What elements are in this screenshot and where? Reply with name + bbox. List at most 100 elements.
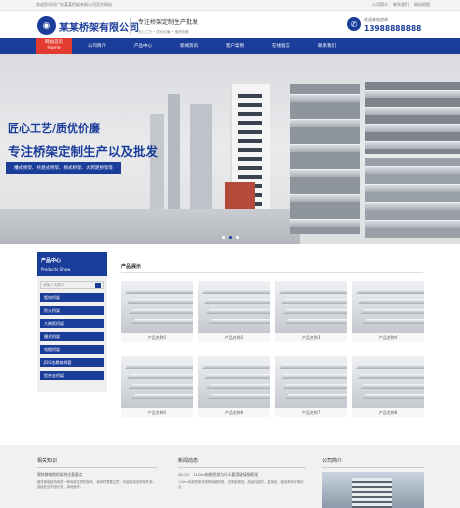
product-image[interactable] <box>198 281 270 333</box>
product-card[interactable]: 产品名称5 <box>121 356 193 418</box>
nav-cases[interactable]: 客户案例 <box>212 38 258 54</box>
header-slogan: 专注桥架定制生产批发 匠心工艺 • 质优价廉 • 值得信赖 <box>130 17 198 35</box>
product-image[interactable] <box>121 281 193 333</box>
sidebar-item-jdg[interactable]: JDG金属穿线管 <box>40 358 104 367</box>
news-headline[interactable]: 110kv电缆桥架为什么要用玻璃钢桥架 <box>193 472 258 477</box>
tray-shape <box>358 374 424 379</box>
top-link-about[interactable]: 公司简介 <box>372 2 388 8</box>
header: ◉ 某某桥架有限公司 专注桥架定制生产批发 匠心工艺 • 质优价廉 • 值得信赖… <box>0 11 460 38</box>
tray-shape <box>127 374 193 379</box>
slider-dot-1[interactable] <box>222 236 225 239</box>
search-input[interactable]: 请输入关键字 <box>43 283 64 288</box>
sidebar-item-longspan[interactable]: 大跨距桥架 <box>40 319 104 328</box>
product-card[interactable]: 产品名称4 <box>352 281 424 343</box>
phone-icon: ✆ <box>347 17 361 31</box>
hotline-label: 欢迎来电咨询 <box>364 17 388 22</box>
nav-home[interactable]: 网站首页 Home <box>36 38 72 54</box>
banner-title-2: 专注桥架定制生产以及批发 <box>8 144 159 159</box>
nav-message[interactable]: 在线留言 <box>258 38 304 54</box>
logo-text[interactable]: 某某桥架有限公司 <box>59 19 139 34</box>
sidebar-title-en: Products Show <box>41 267 71 272</box>
tray-shape <box>362 394 424 399</box>
tray-shape <box>204 374 270 379</box>
welcome-text: 欢迎您访问广东某某桥架有限公司官方网站 <box>36 2 112 7</box>
nav-about[interactable]: 公司简介 <box>74 38 120 54</box>
tray-shape <box>202 289 270 294</box>
tray-shape <box>127 299 193 304</box>
search-icon[interactable] <box>95 282 101 288</box>
product-caption[interactable]: 产品名称8 <box>352 408 424 417</box>
product-caption[interactable]: 产品名称1 <box>121 333 193 342</box>
top-bar: 欢迎您访问广东某某桥架有限公司官方网站 公司简介 联系我们 网站地图 <box>0 0 460 11</box>
sidebar-item-aluminum[interactable]: 铝合金桥架 <box>40 371 104 380</box>
product-image[interactable] <box>121 356 193 408</box>
tray-shape <box>356 289 424 294</box>
product-card[interactable]: 产品名称7 <box>275 356 347 418</box>
slider-dot-3[interactable] <box>236 236 239 239</box>
product-card[interactable]: 产品名称8 <box>352 356 424 418</box>
tray-shape <box>129 309 193 314</box>
news-title: 新闻动态 <box>178 457 306 468</box>
tray-shape <box>204 299 270 304</box>
top-link-sitemap[interactable]: 网站地图 <box>414 2 430 8</box>
tray-shape <box>208 394 270 399</box>
tray-shape <box>285 394 347 399</box>
sidebar-title-cn: 产品中心 <box>41 258 62 264</box>
product-card[interactable]: 产品名称2 <box>198 281 270 343</box>
tray-shape <box>279 289 347 294</box>
products-title: 产品展示 <box>121 264 142 270</box>
product-image[interactable] <box>275 281 347 333</box>
nav-products[interactable]: 产品中心 <box>120 38 166 54</box>
logo-icon[interactable]: ◉ <box>37 16 56 35</box>
product-image[interactable] <box>198 356 270 408</box>
product-image[interactable] <box>275 356 347 408</box>
sidebar-item-galvanized[interactable]: 镀锌桥架 <box>40 293 104 302</box>
nav-contact[interactable]: 联系我们 <box>304 38 350 54</box>
tray-shape <box>279 364 347 369</box>
sidebar-header: 产品中心 Products Show <box>37 252 107 276</box>
tray-shape <box>208 319 270 324</box>
tray-shape <box>283 309 347 314</box>
knowledge-title: 相关知识 <box>37 457 157 468</box>
info-section: 相关知识 镀锌钢电缆桥架的注意要点 镀锌钢电缆桥架是一种电缆支撑的部件，使用时需… <box>0 445 460 508</box>
product-caption[interactable]: 产品名称7 <box>275 408 347 417</box>
main-nav: 网站首页 Home 公司简介 产品中心 新闻资讯 客户案例 在线留言 联系我们 <box>0 38 460 54</box>
product-caption[interactable]: 产品名称2 <box>198 333 270 342</box>
tray-photo-1 <box>290 84 360 234</box>
sidebar-item-cable[interactable]: 电缆桥架 <box>40 345 104 354</box>
banner-title-1: 匠心工艺/质优价廉 <box>8 122 101 135</box>
top-links: 公司简介 联系我们 网站地图 <box>372 2 430 8</box>
top-link-contact[interactable]: 联系我们 <box>393 2 409 8</box>
tray-shape <box>281 299 347 304</box>
company-title: 公司简介 <box>322 457 424 468</box>
tray-shape <box>362 319 424 324</box>
product-card[interactable]: 产品名称3 <box>275 281 347 343</box>
tray-shape <box>360 384 424 389</box>
nav-news[interactable]: 新闻资讯 <box>166 38 212 54</box>
tray-photo-2 <box>365 82 460 154</box>
product-caption[interactable]: 产品名称3 <box>275 333 347 342</box>
product-caption[interactable]: 产品名称6 <box>198 408 270 417</box>
tray-shape <box>206 309 270 314</box>
slider-dot-2[interactable] <box>229 236 232 239</box>
product-caption[interactable]: 产品名称4 <box>352 333 424 342</box>
slogan-main: 专注桥架定制生产批发 <box>138 19 199 26</box>
company-image[interactable] <box>322 472 424 508</box>
sidebar-item-trough[interactable]: 槽式桥架 <box>40 332 104 341</box>
sidebar-search[interactable]: 请输入关键字 <box>40 281 104 289</box>
sidebar-item-fireproof[interactable]: 防火桥架 <box>40 306 104 315</box>
product-card[interactable]: 产品名称1 <box>121 281 193 343</box>
news-column: 新闻动态 05-22 110kv电缆桥架为什么要用玻璃钢桥架 110kv电缆桥架… <box>178 457 306 490</box>
news-text: 110kv电缆桥架采用玻璃钢材质，具有耐腐蚀、绝缘性能好、重量轻、使用寿命长等优… <box>178 480 304 489</box>
news-item[interactable]: 05-22 110kv电缆桥架为什么要用玻璃钢桥架 <box>178 472 306 478</box>
tray-shape <box>131 319 193 324</box>
knowledge-item[interactable]: 镀锌钢电缆桥架的注意要点 <box>37 472 157 478</box>
product-caption[interactable]: 产品名称5 <box>121 408 193 417</box>
product-image[interactable] <box>352 281 424 333</box>
slider-dots <box>222 236 239 239</box>
product-image[interactable] <box>352 356 424 408</box>
product-card[interactable]: 产品名称6 <box>198 356 270 418</box>
tray-shape <box>285 319 347 324</box>
tray-shape <box>125 364 193 369</box>
slogan-sub: 匠心工艺 • 质优价廉 • 值得信赖 <box>138 30 189 34</box>
